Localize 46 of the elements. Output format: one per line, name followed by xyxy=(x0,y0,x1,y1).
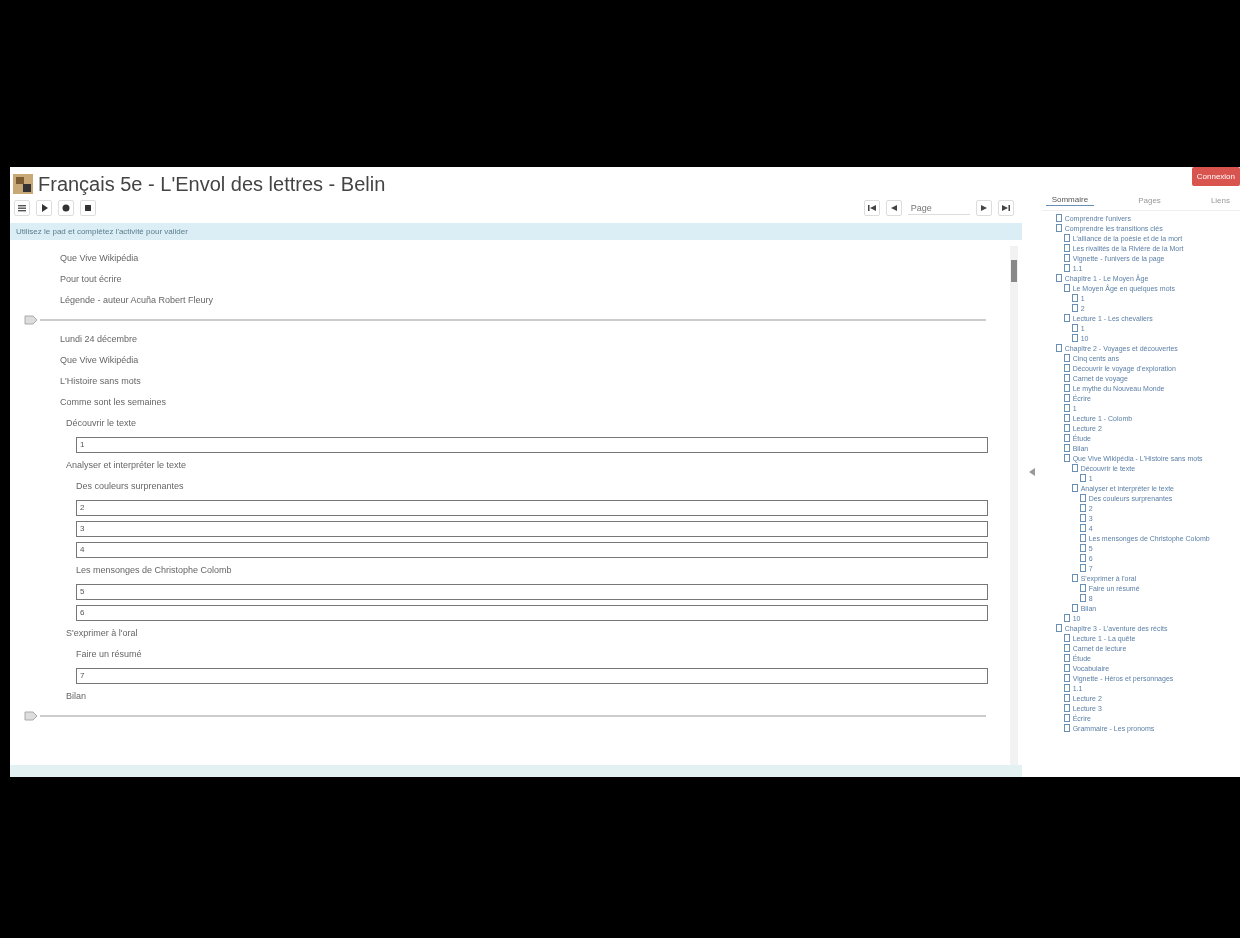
record-icon xyxy=(60,202,72,214)
answer-field[interactable]: 3 xyxy=(76,520,988,537)
login-button[interactable]: Connexion xyxy=(1191,167,1240,186)
answer-field[interactable]: 5 xyxy=(76,583,988,600)
stop-icon xyxy=(82,202,94,214)
audio-handle-icon[interactable] xyxy=(24,315,38,325)
subsection-heading: Les mensonges de Christophe Colomb xyxy=(75,564,233,577)
sidebar-tab[interactable]: Sommaire xyxy=(1045,194,1095,206)
content-text: Pour tout écrire xyxy=(59,273,123,286)
section-heading: Analyser et interpréter le texte xyxy=(65,459,188,472)
first-page-button[interactable] xyxy=(863,200,880,216)
menu-button[interactable] xyxy=(14,200,30,216)
play-button[interactable] xyxy=(36,200,52,216)
window-title: Français 5e - L'Envol des lettres - Belin xyxy=(38,172,386,196)
content-text: Lundi 24 décembre xyxy=(59,333,139,346)
first-page-icon xyxy=(865,202,878,214)
content-text: Que Vive Wikipédia xyxy=(59,252,140,265)
sidebar-tab[interactable]: Liens xyxy=(1204,194,1236,206)
content-text: L'Histoire sans mots xyxy=(59,375,142,388)
content-text: Que Vive Wikipédia xyxy=(59,354,140,367)
subsection-heading: Des couleurs surprenantes xyxy=(75,480,185,493)
previous-page-button[interactable] xyxy=(885,200,902,216)
answer-field[interactable]: 7 xyxy=(76,667,988,684)
section-heading: Découvrir le texte xyxy=(65,417,138,430)
record-button[interactable] xyxy=(58,200,74,216)
content-text: Légende - auteur Acuña Robert Fleury xyxy=(59,294,215,307)
content-text: Comme sont les semaines xyxy=(59,396,168,409)
answer-field[interactable]: 6 xyxy=(76,604,988,621)
info-bar: Utilisez le pad et complétez l'activité pour valider xyxy=(10,223,1022,240)
last-page-icon xyxy=(999,202,1012,214)
section-heading: S'exprimer à l'oral xyxy=(65,627,139,640)
collapse-arrow-icon[interactable] xyxy=(1028,468,1035,476)
next-page-button[interactable] xyxy=(975,200,992,216)
stop-button[interactable] xyxy=(80,200,96,216)
subsection-heading: Faire un résumé xyxy=(75,648,143,661)
last-page-button[interactable] xyxy=(997,200,1014,216)
answer-field[interactable]: 2 xyxy=(76,499,988,516)
answer-field[interactable]: 4 xyxy=(76,541,988,558)
book-logo-icon xyxy=(12,173,34,195)
menu-icon xyxy=(16,202,28,214)
audio-handle-icon[interactable] xyxy=(24,711,38,721)
scrollbar-thumb[interactable] xyxy=(1010,260,1017,282)
answer-field[interactable]: 1 xyxy=(76,436,988,453)
scrollbar[interactable] xyxy=(1009,246,1018,765)
sidebar-tab[interactable]: Pages xyxy=(1132,194,1167,206)
section-heading: Bilan xyxy=(65,690,87,703)
